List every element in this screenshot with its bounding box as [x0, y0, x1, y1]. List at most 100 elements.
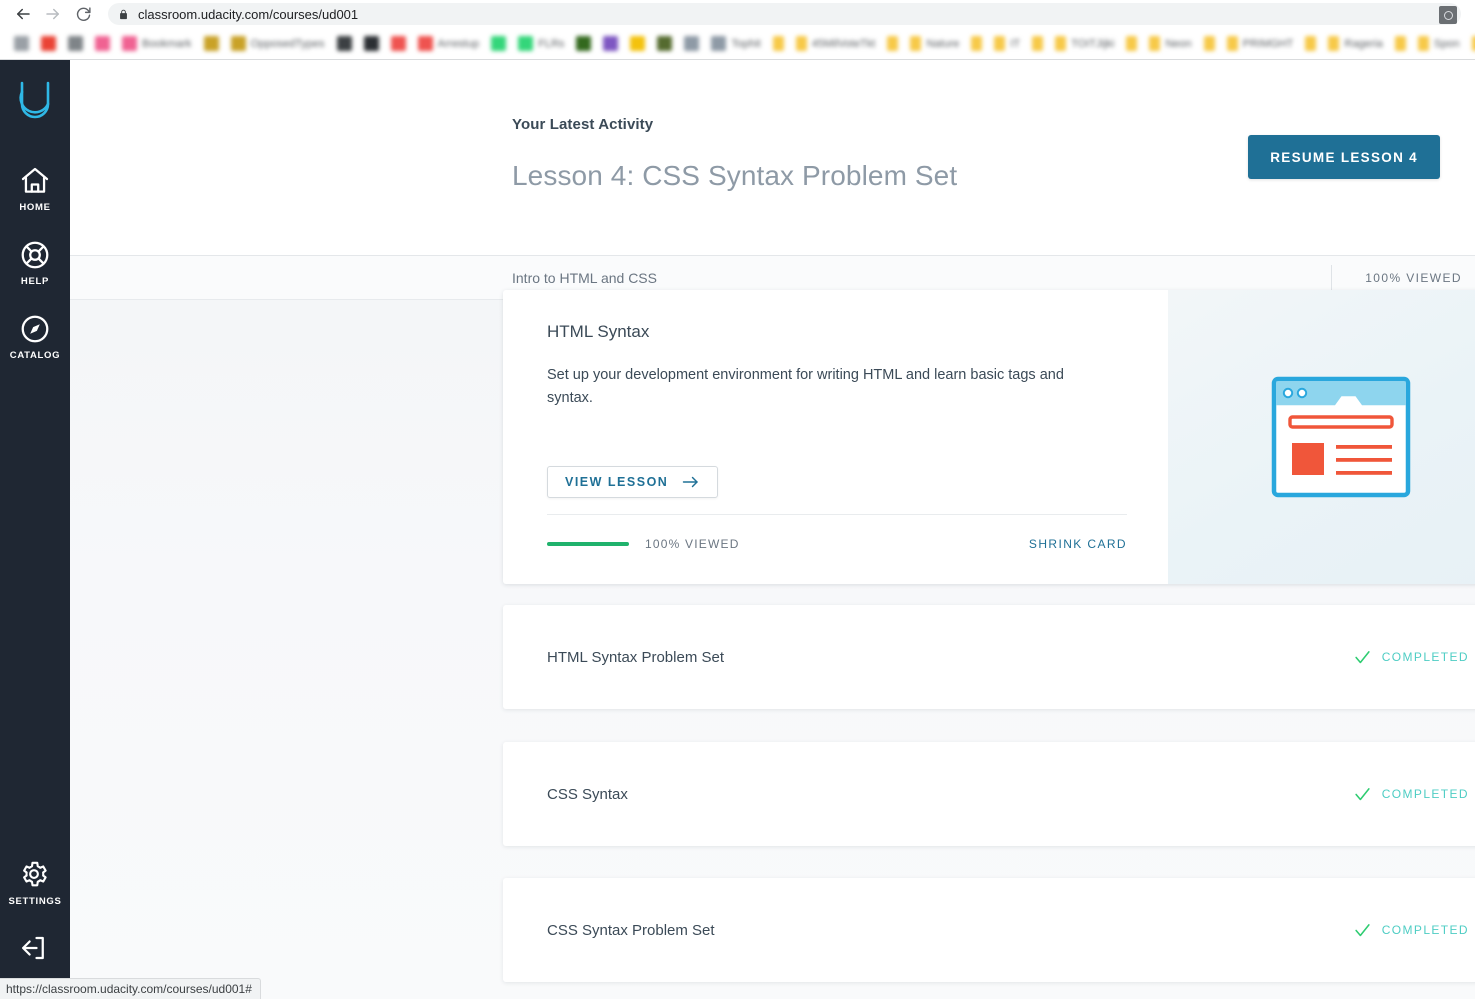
resume-lesson-button[interactable]: RESUME LESSON 4 — [1248, 135, 1440, 179]
concept-row[interactable]: CSS Syntax COMPLETED — [503, 742, 1475, 846]
course-viewed-label: 100% VIEWED — [1365, 270, 1462, 285]
bookmark-item[interactable]: PRIMGHT — [1221, 32, 1300, 56]
sidebar-item-label: HELP — [20, 276, 50, 287]
bookmark-item[interactable]: TOITJijki — [1049, 32, 1120, 56]
status-label: COMPLETED — [1381, 650, 1469, 664]
favicon-icon — [336, 36, 352, 51]
back-arrow-icon[interactable] — [8, 2, 38, 26]
check-icon — [1354, 786, 1371, 803]
favicon-icon — [230, 36, 246, 51]
bookmark-item[interactable] — [8, 32, 35, 56]
status-badge: COMPLETED — [1354, 649, 1469, 666]
bookmark-label: FLRs — [538, 37, 565, 50]
page-header: Your Latest Activity Lesson 4: CSS Synta… — [70, 60, 1475, 256]
bookmark-item[interactable] — [485, 32, 512, 56]
bookmark-item[interactable] — [1026, 32, 1049, 56]
extension-icon[interactable] — [1439, 6, 1457, 24]
bookmark-item[interactable]: IT — [988, 32, 1026, 56]
folder-icon — [1226, 36, 1238, 51]
favicon-icon — [122, 36, 137, 51]
folder-icon — [1055, 36, 1067, 51]
divider — [1331, 264, 1333, 291]
favicon-icon — [603, 36, 619, 51]
page-title: Lesson 4: CSS Syntax Problem Set — [512, 160, 958, 191]
bookmark-item[interactable]: OpposedTypes — [225, 32, 331, 56]
bookmark-item[interactable] — [385, 32, 412, 56]
breadcrumb-progress: 100% VIEWED — [1331, 264, 1465, 291]
address-bar[interactable]: classroom.udacity.com/courses/ud001 — [108, 3, 1461, 25]
bookmark-item[interactable] — [62, 32, 89, 56]
bookmark-item[interactable] — [570, 32, 597, 56]
lesson-progress: 100% VIEWED — [547, 537, 740, 551]
sidebar-item-label: SETTINGS — [8, 896, 62, 907]
bookmark-item[interactable] — [624, 32, 651, 56]
bookmark-item[interactable]: Bookmark — [116, 32, 198, 56]
lesson-card-body: HTML Syntax Set up your development envi… — [503, 290, 1168, 584]
lesson-card-description: Set up your development environment for … — [547, 367, 1064, 407]
bookmark-item[interactable]: Tophit — [705, 32, 766, 56]
bookmark-item[interactable]: Rageria — [1322, 32, 1389, 56]
breadcrumb-course-link[interactable]: Intro to HTML and CSS — [512, 270, 657, 286]
bookmark-label: Nature — [926, 37, 960, 50]
app-shell: HOME HELP CATALOG SETTINGS Your Latest A… — [0, 60, 1475, 999]
folder-icon — [887, 36, 899, 51]
bookmark-item[interactable] — [881, 32, 904, 56]
forward-arrow-icon[interactable] — [38, 2, 68, 26]
compass-icon — [19, 313, 51, 345]
concept-row[interactable]: HTML Syntax Problem Set COMPLETED — [503, 605, 1475, 709]
gear-icon — [19, 859, 51, 891]
folder-icon — [971, 36, 983, 51]
reload-icon[interactable] — [68, 2, 98, 26]
udacity-logo[interactable] — [17, 78, 53, 127]
favicon-icon — [363, 36, 379, 51]
favicon-icon — [417, 36, 433, 51]
concept-row[interactable]: CSS Syntax Problem Set COMPLETED — [503, 878, 1475, 982]
bookmark-item[interactable] — [597, 32, 624, 56]
browser-window-illustration — [1271, 376, 1410, 498]
bookmark-label: 45MilVoteTkt — [811, 37, 876, 50]
bookmark-item[interactable]: Neon — [1143, 32, 1197, 56]
sidebar-item-settings[interactable]: SETTINGS — [0, 845, 70, 919]
folder-icon — [1126, 36, 1138, 51]
folder-icon — [1471, 36, 1475, 51]
bookmark-item[interactable]: FLRs — [512, 32, 570, 56]
bookmark-item[interactable] — [89, 32, 116, 56]
bookmark-item[interactable] — [1120, 32, 1143, 56]
sidebar-item-signout[interactable] — [0, 919, 70, 977]
favicon-icon — [630, 36, 646, 51]
view-lesson-button[interactable]: VIEW LESSON — [547, 466, 719, 498]
bookmark-item[interactable] — [35, 32, 62, 56]
bookmark-item[interactable] — [767, 32, 790, 56]
browser-nav-bar: classroom.udacity.com/courses/ud001 — [0, 0, 1475, 28]
bookmark-item[interactable] — [331, 32, 358, 56]
bookmark-label: Neon — [1165, 37, 1192, 50]
bookmark-item[interactable] — [358, 32, 385, 56]
bookmark-item[interactable] — [1198, 32, 1221, 56]
bookmark-item[interactable] — [651, 32, 678, 56]
bookmark-label: IT — [1010, 37, 1021, 50]
sidebar-item-catalog[interactable]: CATALOG — [0, 299, 70, 373]
folder-icon — [795, 36, 807, 51]
bookmark-item[interactable]: 45MilVoteTkt — [790, 32, 882, 56]
bookmark-item[interactable]: Spon — [1412, 32, 1466, 56]
view-lesson-label: VIEW LESSON — [565, 475, 669, 489]
bookmark-item[interactable]: Nature — [904, 32, 965, 56]
bookmark-item[interactable] — [678, 32, 705, 56]
folder-icon — [1417, 36, 1429, 51]
bookmark-item[interactable] — [1389, 32, 1412, 56]
concept-title: CSS Syntax — [547, 785, 628, 803]
favicon-icon — [491, 36, 507, 51]
bookmark-item[interactable] — [198, 32, 225, 56]
sidebar-item-help[interactable]: HELP — [0, 225, 70, 299]
favicon-icon — [518, 36, 534, 51]
sidebar-item-home[interactable]: HOME — [0, 151, 70, 225]
bookmark-item[interactable] — [1299, 32, 1322, 56]
bookmark-item[interactable]: Arrestup — [412, 32, 486, 56]
shrink-card-button[interactable]: SHRINK CARD — [1029, 537, 1127, 551]
bookmark-item[interactable] — [1466, 32, 1475, 56]
main-column: Your Latest Activity Lesson 4: CSS Synta… — [70, 60, 1475, 999]
bookmark-item[interactable] — [965, 32, 988, 56]
lesson-card[interactable]: HTML Syntax Set up your development envi… — [503, 290, 1475, 584]
sidebar-item-label: CATALOG — [9, 350, 61, 361]
lock-icon — [120, 9, 127, 19]
